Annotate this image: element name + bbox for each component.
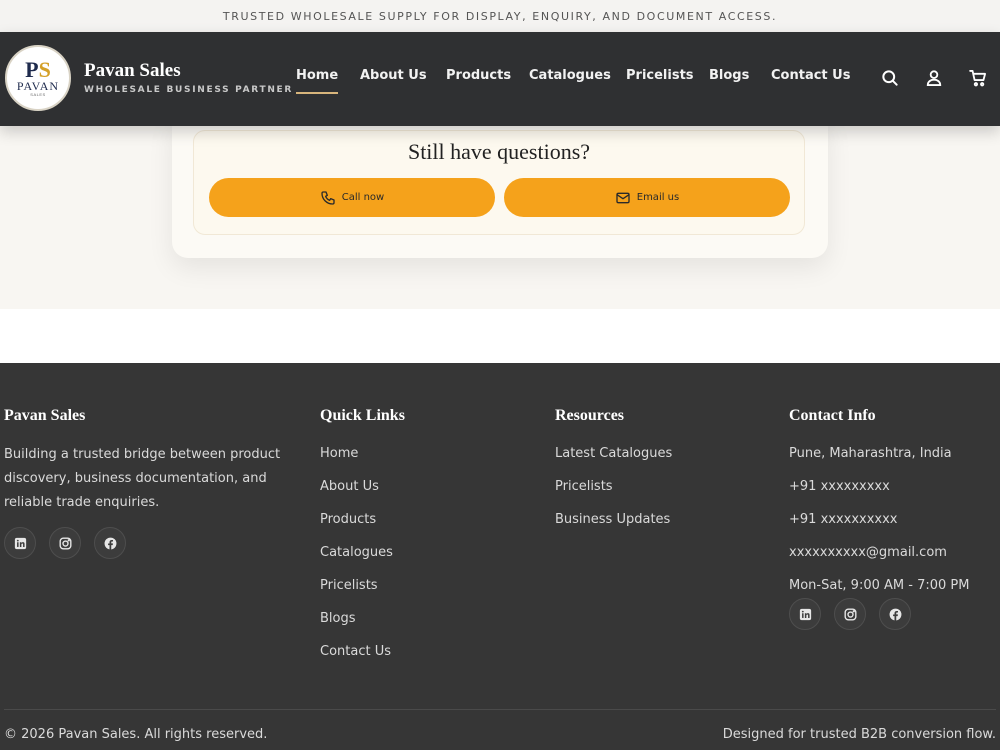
call-now-label: Call now — [341, 192, 385, 203]
contact-address: Pune, Maharashtra, India — [789, 446, 952, 461]
logo-word: PAVAN — [16, 78, 60, 93]
footer-credit: Designed for trusted B2B conversion flow… — [722, 727, 996, 742]
footer-link-products[interactable]: Products — [320, 512, 376, 527]
copyright-text: © 2026 Pavan Sales. All rights reserved. — [4, 727, 268, 742]
logo-monogram: PS — [25, 56, 51, 82]
brand-name[interactable]: Pavan Sales — [84, 60, 181, 82]
footer-link-pricelists[interactable]: Pricelists — [320, 578, 378, 593]
resource-link-latest-catalogues[interactable]: Latest Catalogues — [555, 446, 672, 461]
footer-divider — [4, 709, 996, 710]
search-icon[interactable] — [880, 68, 900, 88]
contact-hours: Mon-Sat, 9:00 AM - 7:00 PM — [789, 578, 970, 593]
phone-icon — [321, 190, 335, 205]
brand-tagline: WHOLESALE BUSINESS PARTNER — [84, 85, 294, 95]
footer-link-contact-us[interactable]: Contact Us — [320, 644, 391, 659]
site-header: PS PAVAN SALES Pavan Sales WHOLESALE BUS… — [0, 32, 1000, 126]
linkedin-icon[interactable] — [4, 527, 36, 559]
contact-info-title: Contact Info — [789, 407, 876, 424]
quick-links-title: Quick Links — [320, 407, 405, 424]
nav-products[interactable]: Products — [446, 68, 511, 83]
faq-card: Still have questions? Call now Email us — [172, 112, 828, 258]
linkedin-icon[interactable] — [789, 598, 821, 630]
site-footer: Pavan Sales Building a trusted bridge be… — [0, 363, 1000, 750]
nav-blogs[interactable]: Blogs — [709, 68, 749, 83]
contact-phone-2[interactable]: +91 xxxxxxxxxx — [789, 512, 898, 527]
facebook-icon[interactable] — [94, 527, 126, 559]
mail-icon — [616, 192, 630, 203]
footer-brand-title: Pavan Sales — [4, 407, 86, 424]
announcement-text: TRUSTED WHOLESALE SUPPLY FOR DISPLAY, EN… — [222, 9, 778, 23]
resource-link-pricelists[interactable]: Pricelists — [555, 479, 613, 494]
facebook-icon[interactable] — [879, 598, 911, 630]
cart-icon[interactable] — [968, 68, 988, 88]
user-icon[interactable] — [924, 68, 944, 88]
footer-link-home[interactable]: Home — [320, 446, 358, 461]
resources-title: Resources — [555, 407, 625, 424]
email-us-button[interactable]: Email us — [504, 178, 790, 217]
nav-pricelists[interactable]: Pricelists — [626, 68, 694, 83]
nav-catalogues[interactable]: Catalogues — [529, 68, 611, 83]
faq-title: Still have questions? — [407, 139, 591, 164]
email-us-label: Email us — [636, 192, 680, 203]
resource-link-business-updates[interactable]: Business Updates — [555, 512, 670, 527]
faq-cta-box: Still have questions? Call now Email us — [193, 130, 805, 235]
contact-email[interactable]: xxxxxxxxxx@gmail.com — [789, 545, 947, 560]
instagram-icon[interactable] — [834, 598, 866, 630]
footer-link-about-us[interactable]: About Us — [320, 479, 379, 494]
instagram-icon[interactable] — [49, 527, 81, 559]
nav-about-us[interactable]: About Us — [360, 68, 427, 83]
site-logo[interactable]: PS PAVAN SALES — [5, 45, 71, 111]
nav-contact-us[interactable]: Contact Us — [771, 68, 850, 83]
nav-home[interactable]: Home — [296, 68, 339, 94]
contact-phone-1[interactable]: +91 xxxxxxxxx — [789, 479, 890, 494]
announcement-bar: TRUSTED WHOLESALE SUPPLY FOR DISPLAY, EN… — [0, 0, 1000, 32]
call-now-button[interactable]: Call now — [209, 178, 495, 217]
footer-link-catalogues[interactable]: Catalogues — [320, 545, 393, 560]
logo-sub: SALES — [30, 91, 46, 97]
footer-brand-description: Building a trusted bridge between produc… — [4, 447, 281, 510]
footer-link-blogs[interactable]: Blogs — [320, 611, 356, 626]
